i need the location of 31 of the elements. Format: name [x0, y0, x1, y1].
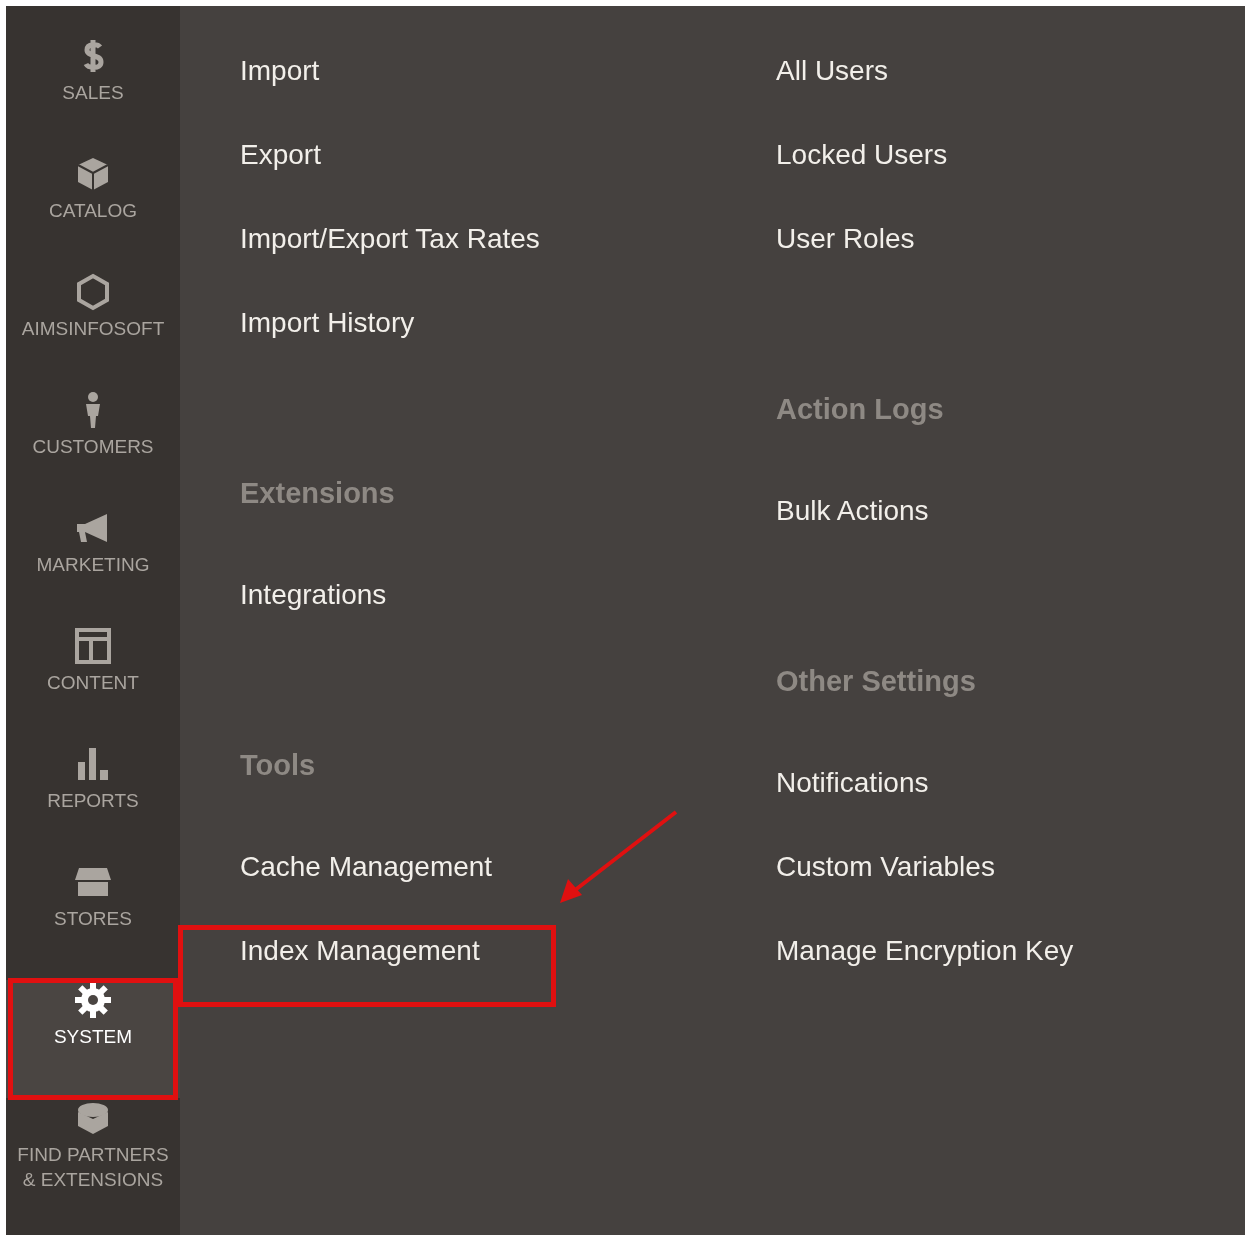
sidebar-item[interactable]: AIMSINFOSOFT — [6, 272, 180, 390]
menu-link[interactable]: Manage Encryption Key — [776, 935, 1074, 966]
menu-link[interactable]: Locked Users — [776, 139, 948, 170]
section-heading: Other Settings — [776, 665, 976, 699]
sidebar-item[interactable]: FIND PARTNERS & EXTENSIONS — [6, 1098, 180, 1216]
sidebar-item[interactable]: REPORTS — [6, 744, 180, 862]
menu-link[interactable]: User Roles — [776, 223, 915, 254]
menu-link[interactable]: Index Management — [240, 935, 480, 966]
arrow-icon — [558, 810, 678, 905]
menu-link[interactable]: Export — [240, 139, 321, 170]
section-heading: Tools — [240, 749, 316, 783]
menu-link[interactable]: Integrations — [240, 579, 387, 610]
sidebar-item[interactable]: CUSTOMERS — [6, 390, 180, 508]
sidebar-item[interactable]: CATALOG — [6, 154, 180, 272]
menu-link[interactable]: Bulk Actions — [776, 495, 929, 526]
menu-link[interactable]: Import — [240, 55, 320, 86]
sidebar-item[interactable]: STORES — [6, 862, 180, 980]
menu-link[interactable]: Notifications — [776, 767, 929, 798]
sidebar-item[interactable]: SALES — [6, 36, 180, 154]
sidebar-item[interactable]: SYSTEM — [6, 980, 180, 1098]
settings-icon — [73, 980, 113, 1020]
menu-link[interactable]: Import History — [240, 307, 415, 338]
layout-icon — [73, 626, 113, 666]
menu-link[interactable]: Import/Export Tax Rates — [240, 223, 540, 254]
menu-link[interactable]: Custom Variables — [776, 851, 995, 882]
section-heading: Extensions — [240, 477, 395, 511]
sidebar-item[interactable]: CONTENT — [6, 626, 180, 744]
menu-link[interactable]: Cache Management — [240, 851, 493, 882]
section-heading: Action Logs — [776, 393, 944, 427]
menu-link[interactable]: All Users — [776, 55, 888, 86]
sidebar-item[interactable]: MARKETING — [6, 508, 180, 626]
